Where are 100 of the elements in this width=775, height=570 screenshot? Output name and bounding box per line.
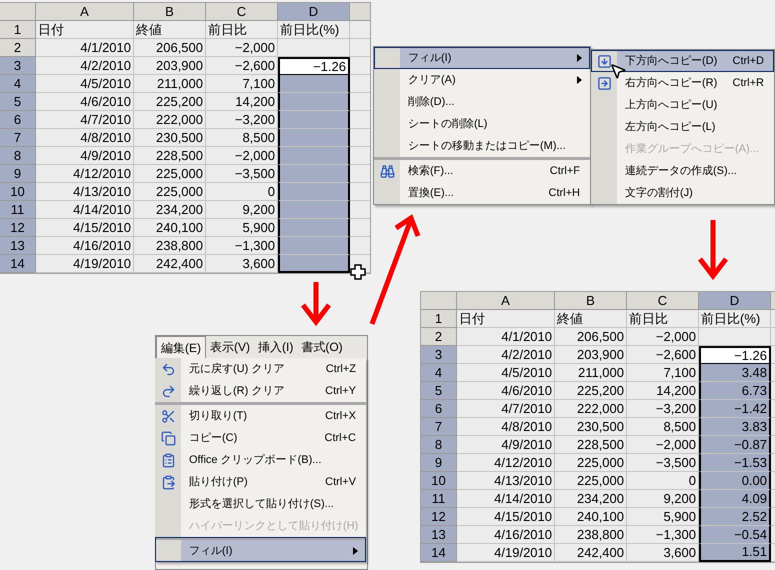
table-cell: −1.53 <box>699 454 771 472</box>
table-cell: 4/14/2010 <box>36 201 134 219</box>
row-header[interactable]: 8 <box>0 147 36 165</box>
column-header[interactable]: A <box>457 292 555 310</box>
row-header[interactable]: 6 <box>0 111 36 129</box>
column-header[interactable]: A <box>36 3 134 21</box>
menu-item[interactable]: 削除(D)... <box>374 91 590 113</box>
menu-item[interactable]: 下方向へコピー(D) Ctrl+D <box>591 50 774 72</box>
menubar-item[interactable]: 挿入(I) <box>254 336 298 358</box>
table-cell: 203,900 <box>555 346 627 364</box>
menu-item[interactable]: 貼り付け(P) Ctrl+V <box>155 471 366 493</box>
menu-item[interactable]: シートの削除(L) <box>374 113 590 135</box>
menu-item[interactable]: クリア(A) <box>374 69 590 91</box>
table-cell: 4/2/2010 <box>457 346 555 364</box>
menu-item[interactable]: シートの移動またはコピー(M)... <box>374 135 590 157</box>
row-header[interactable]: 5 <box>0 93 36 111</box>
row-header[interactable]: 10 <box>0 183 36 201</box>
column-header[interactable]: B <box>555 292 627 310</box>
menu-item[interactable]: 左方向へコピー(L) <box>591 116 774 138</box>
table-cell: −0.87 <box>699 436 771 454</box>
table-cell: 4/13/2010 <box>36 183 134 201</box>
row-header[interactable]: 7 <box>0 129 36 147</box>
row-header[interactable]: 2 <box>0 39 36 57</box>
row-header[interactable]: 10 <box>421 472 457 490</box>
table-cell: 4/13/2010 <box>457 472 555 490</box>
row-header[interactable]: 14 <box>0 255 36 273</box>
row-header[interactable]: 7 <box>421 418 457 436</box>
submenu-arrow-icon <box>577 76 582 84</box>
menu-item[interactable]: 文字の割付(J) <box>591 182 774 204</box>
column-header[interactable]: C <box>206 3 278 21</box>
menu-item[interactable]: 右方向へコピー(R) Ctrl+R <box>591 72 774 94</box>
menubar-item[interactable]: 表示(V) <box>206 336 254 358</box>
menu-item[interactable]: 上方向へコピー(U) <box>591 94 774 116</box>
row-header[interactable]: 3 <box>0 57 36 75</box>
submenu-arrow-icon <box>353 547 358 555</box>
row-header[interactable]: 4 <box>421 364 457 382</box>
table-cell: 211,000 <box>555 364 627 382</box>
table-cell: 234,200 <box>134 201 206 219</box>
table-cell: 4/5/2010 <box>457 364 555 382</box>
table-cell: −1.26 <box>699 346 771 364</box>
menu-item[interactable]: 元に戻す(U) クリア Ctrl+Z <box>155 358 366 380</box>
menu-item[interactable]: 切り取り(T) Ctrl+X <box>155 402 366 427</box>
table-cell: 4/15/2010 <box>457 508 555 526</box>
menubar-item[interactable]: 書式(O) <box>297 336 347 358</box>
menu-item[interactable]: 繰り返し(R) クリア Ctrl+Y <box>155 380 366 402</box>
table-cell: −1.26 <box>278 57 350 75</box>
menu-item[interactable]: 置換(E)... Ctrl+H <box>374 182 590 204</box>
clipboard-icon <box>160 452 176 468</box>
table-cell: 3.48 <box>699 364 771 382</box>
row-header[interactable]: 3 <box>421 346 457 364</box>
paste-icon <box>160 474 176 490</box>
row-header[interactable]: 13 <box>421 526 457 544</box>
row-header[interactable]: 14 <box>421 544 457 562</box>
row-header[interactable]: 1 <box>421 310 457 328</box>
menu-item[interactable]: コピー(C) Ctrl+C <box>155 427 366 449</box>
table-cell: 225,000 <box>555 454 627 472</box>
table-cell: −2,000 <box>627 328 699 346</box>
table-cell: 前日比 <box>206 21 278 39</box>
row-header[interactable]: 8 <box>421 436 457 454</box>
table-cell: 234,200 <box>555 490 627 508</box>
row-header[interactable]: 6 <box>421 400 457 418</box>
table-cell: 日付 <box>36 21 134 39</box>
menubar-item[interactable]: 編集(E) <box>156 336 206 358</box>
column-header[interactable]: D <box>278 3 350 21</box>
table-cell: 4/2/2010 <box>36 57 134 75</box>
row-header[interactable]: 12 <box>0 219 36 237</box>
row-header[interactable]: 9 <box>421 454 457 472</box>
table-cell: 225,000 <box>134 165 206 183</box>
undo-icon <box>160 362 176 376</box>
table-cell: 4/16/2010 <box>457 526 555 544</box>
row-header[interactable]: 4 <box>0 75 36 93</box>
row-header[interactable]: 9 <box>0 165 36 183</box>
row-header[interactable]: 11 <box>0 201 36 219</box>
table-cell: 4/19/2010 <box>457 544 555 562</box>
table-cell: 4/12/2010 <box>36 165 134 183</box>
menu-item[interactable]: フィル(I) <box>155 537 366 562</box>
table-cell: 228,500 <box>134 147 206 165</box>
fill-handle-cursor-icon <box>350 264 366 280</box>
table-cell: 222,000 <box>134 111 206 129</box>
column-header[interactable] <box>350 3 370 21</box>
table-cell: 4/14/2010 <box>457 490 555 508</box>
menu-item[interactable]: 形式を選択して貼り付け(S)... <box>155 493 366 515</box>
menu-item[interactable]: Office クリップボード(B)... <box>155 449 366 471</box>
menu-item[interactable]: フィル(I) <box>374 47 590 69</box>
row-header[interactable]: 5 <box>421 382 457 400</box>
table-cell: 225,200 <box>555 382 627 400</box>
column-header[interactable]: D <box>699 292 771 310</box>
row-header[interactable]: 11 <box>421 490 457 508</box>
mouse-cursor-icon <box>609 62 627 80</box>
menu-item[interactable]: 連続データの作成(S)... <box>591 160 774 182</box>
row-header[interactable]: 13 <box>0 237 36 255</box>
row-header[interactable]: 2 <box>421 328 457 346</box>
table-cell: 230,500 <box>555 418 627 436</box>
table-cell: 211,000 <box>134 75 206 93</box>
row-header[interactable]: 12 <box>421 508 457 526</box>
column-header[interactable]: B <box>134 3 206 21</box>
table-cell: 222,000 <box>555 400 627 418</box>
table-cell: 230,500 <box>134 129 206 147</box>
row-header[interactable]: 1 <box>0 21 36 39</box>
column-header[interactable]: C <box>627 292 699 310</box>
